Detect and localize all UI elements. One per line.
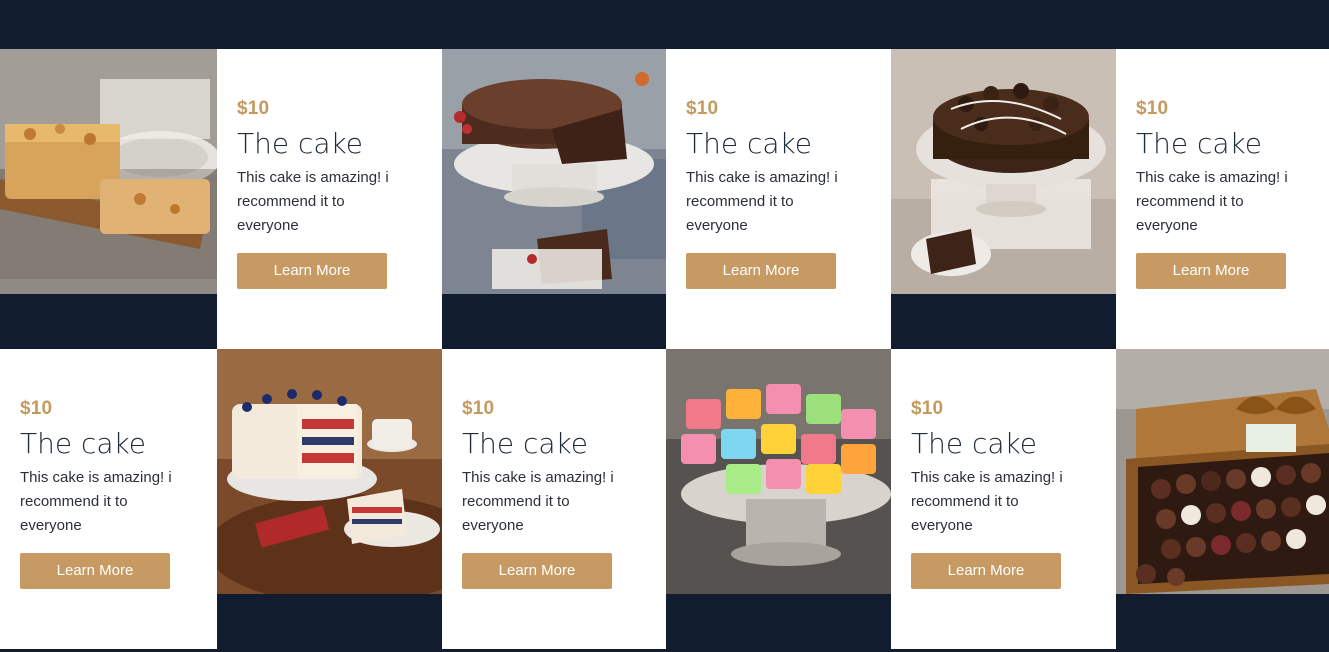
product-title: The cake xyxy=(911,427,1037,460)
product-description: This cake is amazing! i recommend it to … xyxy=(237,169,389,234)
product-description: This cake is amazing! i recommend it to … xyxy=(911,469,1063,534)
product-title: The cake xyxy=(686,127,812,160)
chocolate-truffle-cake-image xyxy=(891,49,1116,294)
product-image-cell xyxy=(891,49,1116,349)
product-grid: $10 The cake This cake is amazing! i rec… xyxy=(0,49,1329,649)
learn-more-button[interactable]: Learn More xyxy=(1136,253,1286,289)
product-price: $10 xyxy=(237,98,270,119)
product-price: $10 xyxy=(20,398,53,419)
product-card: $10 The cake This cake is amazing! i rec… xyxy=(666,49,891,349)
product-price: $10 xyxy=(1136,98,1169,119)
product-image-cell xyxy=(217,349,442,649)
product-image-cell xyxy=(442,49,666,349)
learn-more-button[interactable]: Learn More xyxy=(911,553,1061,589)
product-title: The cake xyxy=(462,427,588,460)
chocolate-cake-image xyxy=(442,49,666,294)
layer-cake-image xyxy=(217,349,442,594)
product-description: This cake is amazing! i recommend it to … xyxy=(462,469,614,534)
product-card: $10 The cake This cake is amazing! i rec… xyxy=(1116,49,1329,349)
product-description: This cake is amazing! i recommend it to … xyxy=(686,169,838,234)
product-card: $10 The cake This cake is amazing! i rec… xyxy=(0,349,217,649)
learn-more-button[interactable]: Learn More xyxy=(462,553,612,589)
product-description: This cake is amazing! i recommend it to … xyxy=(20,469,172,534)
learn-more-button[interactable]: Learn More xyxy=(686,253,836,289)
product-title: The cake xyxy=(237,127,363,160)
nut-loaf-cake-image xyxy=(0,49,217,294)
product-card: $10 The cake This cake is amazing! i rec… xyxy=(217,49,442,349)
learn-more-button[interactable]: Learn More xyxy=(237,253,387,289)
product-image-cell xyxy=(0,49,217,349)
product-price: $10 xyxy=(462,398,495,419)
product-description: This cake is amazing! i recommend it to … xyxy=(1136,169,1288,234)
product-card: $10 The cake This cake is amazing! i rec… xyxy=(442,349,666,649)
product-title: The cake xyxy=(20,427,146,460)
product-row: $10 The cake This cake is amazing! i rec… xyxy=(0,49,1329,349)
learn-more-button[interactable]: Learn More xyxy=(20,553,170,589)
product-card: $10 The cake This cake is amazing! i rec… xyxy=(891,349,1116,649)
product-row: $10 The cake This cake is amazing! i rec… xyxy=(0,349,1329,649)
product-price: $10 xyxy=(686,98,719,119)
product-title: The cake xyxy=(1136,127,1262,160)
petit-fours-image xyxy=(666,349,891,594)
product-image-cell xyxy=(1116,349,1329,649)
product-price: $10 xyxy=(911,398,944,419)
truffle-box-image xyxy=(1116,349,1329,594)
product-image-cell xyxy=(666,349,891,649)
